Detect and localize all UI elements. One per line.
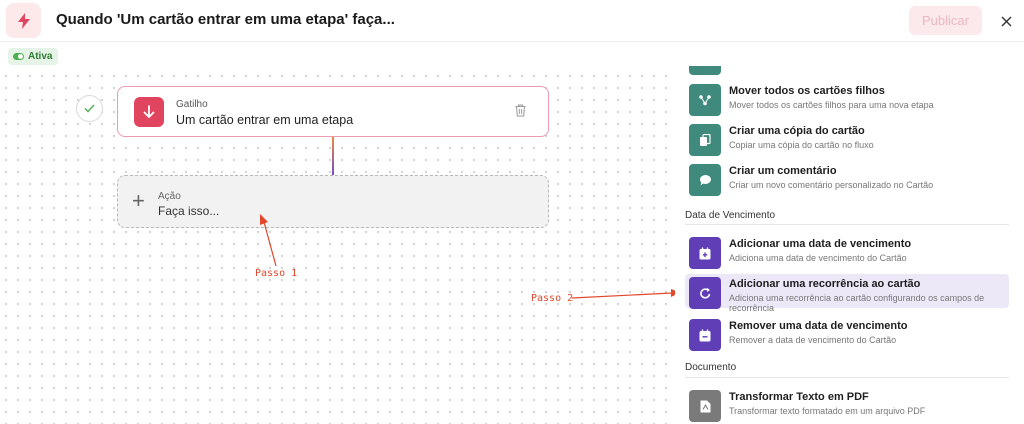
check-icon — [76, 95, 103, 122]
action-item-partial[interactable] — [685, 66, 1009, 77]
action-item-desc: Criar um novo comentário personalizado n… — [729, 180, 934, 190]
automation-editor: Quando 'Um cartão entrar em uma etapa' f… — [0, 0, 1024, 424]
copy-icon — [689, 124, 721, 156]
trigger-card[interactable]: Gatilho Um cartão entrar em uma etapa — [117, 86, 549, 137]
action-item-desc: Transformar texto formatado em um arquiv… — [729, 406, 926, 416]
action-item-title: Remover uma data de vencimento — [729, 320, 908, 332]
action-item-title: Criar um comentário — [729, 165, 837, 177]
action-item-desc: Mover todos os cartões filhos para uma n… — [729, 100, 934, 110]
trash-icon[interactable] — [515, 104, 529, 120]
action-item-create-comment[interactable]: Criar um comentário Criar um novo coment… — [685, 161, 1009, 198]
share-nodes-icon — [689, 84, 721, 116]
action-item-text-to-pdf[interactable]: Transformar Texto em PDF Transformar tex… — [685, 387, 1009, 424]
arrow-down-icon — [134, 97, 164, 127]
action-item-title: Adicionar uma recorrência ao cartão — [729, 278, 921, 290]
toggle-on-icon — [13, 53, 24, 60]
page-title: Quando 'Um cartão entrar em uma etapa' f… — [56, 11, 395, 28]
action-item-title: Criar uma cópia do cartão — [729, 125, 865, 137]
status-label: Ativa — [28, 51, 53, 62]
actions-panel[interactable]: Mover todos os cartões filhos Mover todo… — [675, 66, 1024, 424]
action-item-title: Mover todos os cartões filhos — [729, 85, 885, 97]
action-card[interactable]: + Ação Faça isso... — [117, 175, 549, 228]
pdf-file-icon — [689, 390, 721, 422]
action-item-title: Adicionar uma data de vencimento — [729, 238, 912, 250]
section-title-due-date: Data de Vencimento — [685, 210, 776, 221]
section-divider — [685, 377, 1009, 378]
publish-button[interactable]: Publicar — [909, 6, 982, 35]
calendar-plus-icon — [689, 237, 721, 269]
trigger-label: Um cartão entrar em uma etapa — [176, 113, 354, 127]
action-item-desc: Adiciona uma recorrência ao cartão confi… — [729, 293, 985, 313]
trigger-kicker: Gatilho — [176, 99, 208, 110]
annotation-step-1: Passo 1 — [255, 268, 298, 279]
action-item-desc: Copiar uma cópia do cartão no fluxo — [729, 140, 874, 150]
action-item-title: Transformar Texto em PDF — [729, 391, 869, 403]
action-item-move-children[interactable]: Mover todos os cartões filhos Mover todo… — [685, 81, 1009, 118]
section-divider — [685, 224, 1009, 225]
action-item-add-due-date[interactable]: Adicionar uma data de vencimento Adicion… — [685, 234, 1009, 271]
plus-icon: + — [132, 188, 145, 213]
section-title-document: Documento — [685, 362, 737, 373]
action-item-remove-due-date[interactable]: Remover uma data de vencimento Remover a… — [685, 316, 1009, 353]
action-icon-partial — [689, 66, 721, 75]
action-item-add-recurrence[interactable]: Adicionar uma recorrência ao cartão Adic… — [685, 274, 1009, 313]
calendar-minus-icon — [689, 319, 721, 351]
flow-connector — [332, 137, 334, 175]
action-label: Faça isso... — [158, 204, 220, 218]
comment-icon — [689, 164, 721, 196]
action-kicker: Ação — [158, 191, 181, 202]
action-item-desc: Adiciona uma data de vencimento do Cartã… — [729, 253, 907, 263]
header-bar: Quando 'Um cartão entrar em uma etapa' f… — [0, 0, 1024, 42]
action-item-desc: Remover a data de vencimento do Cartão — [729, 335, 897, 345]
refresh-icon — [689, 277, 721, 309]
close-icon[interactable] — [996, 11, 1016, 31]
status-badge[interactable]: Ativa — [8, 48, 59, 65]
action-item-copy-card[interactable]: Criar uma cópia do cartão Copiar uma cóp… — [685, 121, 1009, 158]
annotation-step-2: Passo 2 — [531, 293, 574, 304]
lightning-icon — [6, 3, 41, 38]
